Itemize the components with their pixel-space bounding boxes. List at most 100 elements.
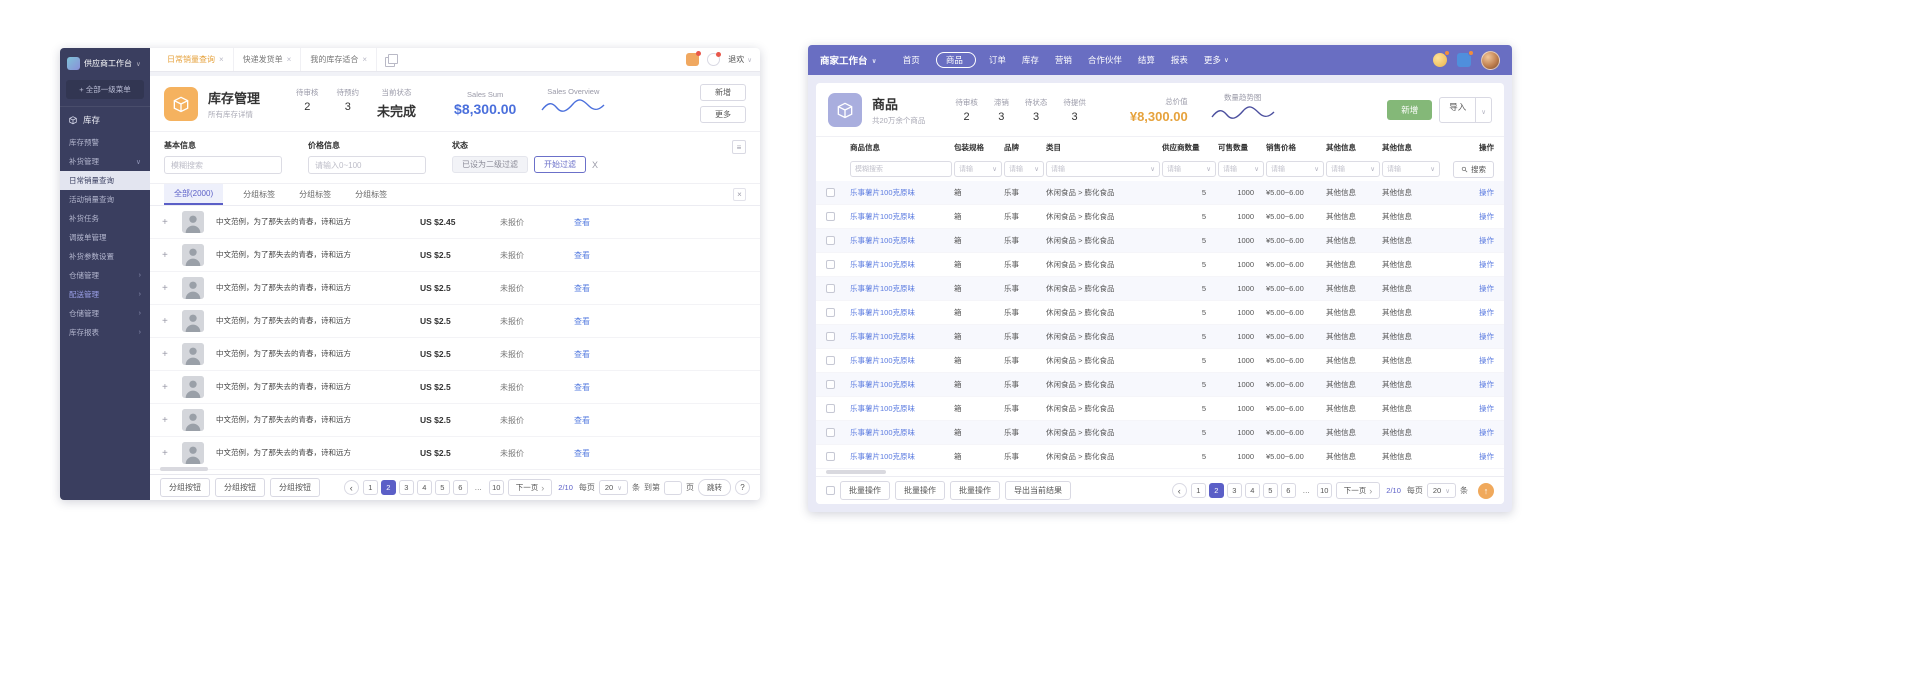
table-row[interactable]: + 中文范例，为了那失去的青春，诗和远方 US $2.5 未报价 查看 xyxy=(150,371,760,404)
add-button[interactable]: 新增 xyxy=(700,84,746,101)
goto-page-input[interactable] xyxy=(664,480,682,495)
more-button[interactable]: 更多 xyxy=(700,106,746,123)
row-action-link[interactable]: 操作 xyxy=(1442,235,1494,246)
start-filter-button[interactable]: 开始过滤 xyxy=(534,156,586,173)
nav-item[interactable]: 营销 xyxy=(1055,54,1075,66)
page-number-button[interactable]: 6 xyxy=(1280,483,1296,498)
price-filter-select[interactable]: 请输 xyxy=(1266,161,1324,177)
column-header[interactable]: 其他信息 xyxy=(1382,142,1440,153)
expand-row-icon[interactable]: + xyxy=(162,316,182,327)
other-filter-select[interactable]: 请输 xyxy=(1382,161,1440,177)
column-header[interactable]: 供应商数量 xyxy=(1162,142,1216,153)
row-action-link[interactable]: 操作 xyxy=(1442,451,1494,462)
page-number-button[interactable]: 2 xyxy=(380,480,396,495)
row-checkbox[interactable] xyxy=(826,428,835,437)
price-range-input[interactable] xyxy=(308,156,426,174)
select-all-checkbox[interactable] xyxy=(826,486,835,495)
expand-row-icon[interactable]: + xyxy=(162,349,182,360)
view-link[interactable]: 查看 xyxy=(574,316,634,327)
sidebar-menu-item[interactable]: 补货管理 ∨ xyxy=(60,152,150,171)
product-name-link[interactable]: 乐事薯片100克原味 xyxy=(850,451,952,462)
product-name-link[interactable]: 乐事薯片100克原味 xyxy=(850,283,952,294)
row-checkbox[interactable] xyxy=(826,308,835,317)
bulk-action-button[interactable]: 批量操作 xyxy=(950,481,1000,500)
view-link[interactable]: 查看 xyxy=(574,382,634,393)
row-checkbox[interactable] xyxy=(826,404,835,413)
product-row[interactable]: 乐事薯片100克原味 箱 乐事 休闲食品 > 膨化食品 5 1000 ¥5.00… xyxy=(816,397,1504,421)
column-header[interactable]: 类目 xyxy=(1046,142,1160,153)
all-menus-button[interactable]: + 全部一级菜单 xyxy=(66,80,144,99)
import-button[interactable]: 导入 xyxy=(1440,98,1475,122)
row-checkbox[interactable] xyxy=(826,380,835,389)
group-tab[interactable]: 分组标签 xyxy=(295,184,335,205)
page-number-button[interactable]: 5 xyxy=(1262,483,1278,498)
sidebar-menu-item[interactable]: 库存预警 xyxy=(60,133,150,152)
page-number-button[interactable]: 6 xyxy=(452,480,468,495)
row-checkbox[interactable] xyxy=(826,236,835,245)
nav-item[interactable]: 合作伙伴 xyxy=(1088,54,1125,66)
column-header[interactable]: 销售价格 xyxy=(1266,142,1324,153)
table-row[interactable]: + 中文范例，为了那失去的青春，诗和远方 US $2.5 未报价 查看 xyxy=(150,437,760,470)
page-number-button[interactable]: 5 xyxy=(434,480,450,495)
sidebar-menu-item[interactable]: 补货任务 xyxy=(60,209,150,228)
sidebar-menu-item[interactable]: 补货参数设置 xyxy=(60,247,150,266)
nav-item[interactable]: 结算 xyxy=(1138,54,1158,66)
group-tab[interactable]: 分组标签 xyxy=(239,184,279,205)
sidebar-menu-item[interactable]: 调拨单管理 xyxy=(60,228,150,247)
tab-close-icon[interactable] xyxy=(287,55,292,64)
page-number-button[interactable]: 1 xyxy=(1190,483,1206,498)
product-name-link[interactable]: 乐事薯片100克原味 xyxy=(850,355,952,366)
table-row[interactable]: + 中文范例，为了那失去的青春，诗和远方 US $2.5 未报价 查看 xyxy=(150,338,760,371)
view-link[interactable]: 查看 xyxy=(574,283,634,294)
group-tab[interactable]: 全部(2000) xyxy=(164,184,224,205)
nav-item[interactable]: 更多 ∨ xyxy=(1204,54,1229,66)
avatar[interactable] xyxy=(1481,50,1500,70)
column-header[interactable]: 操作 xyxy=(1442,142,1494,153)
product-row[interactable]: 乐事薯片100克原味 箱 乐事 休闲食品 > 膨化食品 5 1000 ¥5.00… xyxy=(816,373,1504,397)
column-header[interactable]: 包装规格 xyxy=(954,142,1002,153)
column-header[interactable]: 其他信息 xyxy=(1326,142,1380,153)
product-row[interactable]: 乐事薯片100克原味 箱 乐事 休闲食品 > 膨化食品 5 1000 ¥5.00… xyxy=(816,277,1504,301)
document-tab[interactable]: 日常销量查询 xyxy=(158,48,234,71)
table-row[interactable]: + 中文范例，为了那失去的青春，诗和远方 US $2.5 未报价 查看 xyxy=(150,404,760,437)
row-action-link[interactable]: 操作 xyxy=(1442,187,1494,198)
row-checkbox[interactable] xyxy=(826,260,835,269)
row-checkbox[interactable] xyxy=(826,212,835,221)
jump-button[interactable]: 跳转 xyxy=(698,479,731,496)
tab-close-icon[interactable] xyxy=(219,55,224,64)
next-page-button[interactable]: 下一页 xyxy=(1335,482,1381,499)
row-checkbox[interactable] xyxy=(826,188,835,197)
horizontal-scrollbar[interactable] xyxy=(160,467,208,471)
column-header[interactable]: 品牌 xyxy=(1004,142,1044,153)
bulk-action-button[interactable]: 批量操作 xyxy=(840,481,890,500)
product-row[interactable]: 乐事薯片100克原味 箱 乐事 休闲食品 > 膨化食品 5 1000 ¥5.00… xyxy=(816,253,1504,277)
sidebar-menu-item[interactable]: 仓储管理 › xyxy=(60,266,150,285)
page-number-button[interactable]: … xyxy=(1299,483,1314,498)
coin-icon[interactable] xyxy=(1433,50,1450,67)
nav-item[interactable]: 库存 xyxy=(1022,54,1042,66)
sidebar-menu-item[interactable]: 日常销量查询 xyxy=(60,171,150,190)
row-action-link[interactable]: 操作 xyxy=(1442,307,1494,318)
page-number-button[interactable]: 1 xyxy=(362,480,378,495)
expand-row-icon[interactable]: + xyxy=(162,250,182,261)
page-number-button[interactable]: 4 xyxy=(1244,483,1260,498)
sellable-filter-select[interactable]: 请输 xyxy=(1218,161,1264,177)
other-filter-select[interactable]: 请输 xyxy=(1326,161,1380,177)
bulk-action-button[interactable]: 导出当前结果 xyxy=(1005,481,1071,500)
page-number-button[interactable]: 3 xyxy=(1226,483,1242,498)
bulk-action-button[interactable]: 批量操作 xyxy=(895,481,945,500)
expand-row-icon[interactable]: + xyxy=(162,415,182,426)
product-row[interactable]: 乐事薯片100克原味 箱 乐事 休闲食品 > 膨化食品 5 1000 ¥5.00… xyxy=(816,325,1504,349)
nav-item[interactable]: 订单 xyxy=(989,54,1009,66)
status-filter-tag[interactable]: 已设为二级过滤 xyxy=(452,156,528,173)
row-action-link[interactable]: 操作 xyxy=(1442,331,1494,342)
product-name-link[interactable]: 乐事薯片100克原味 xyxy=(850,307,952,318)
sidebar-menu-item[interactable]: 仓储管理 › xyxy=(60,304,150,323)
view-link[interactable]: 查看 xyxy=(574,217,634,228)
table-row[interactable]: + 中文范例，为了那失去的青春，诗和远方 US $2.5 未报价 查看 xyxy=(150,239,760,272)
product-row[interactable]: 乐事薯片100克原味 箱 乐事 休闲食品 > 膨化食品 5 1000 ¥5.00… xyxy=(816,205,1504,229)
per-page-select[interactable]: 20 xyxy=(598,480,628,495)
group-button[interactable]: 分组按钮 xyxy=(215,478,265,497)
product-name-link[interactable]: 乐事薯片100克原味 xyxy=(850,403,952,414)
column-header[interactable]: 可售数量 xyxy=(1218,142,1264,153)
